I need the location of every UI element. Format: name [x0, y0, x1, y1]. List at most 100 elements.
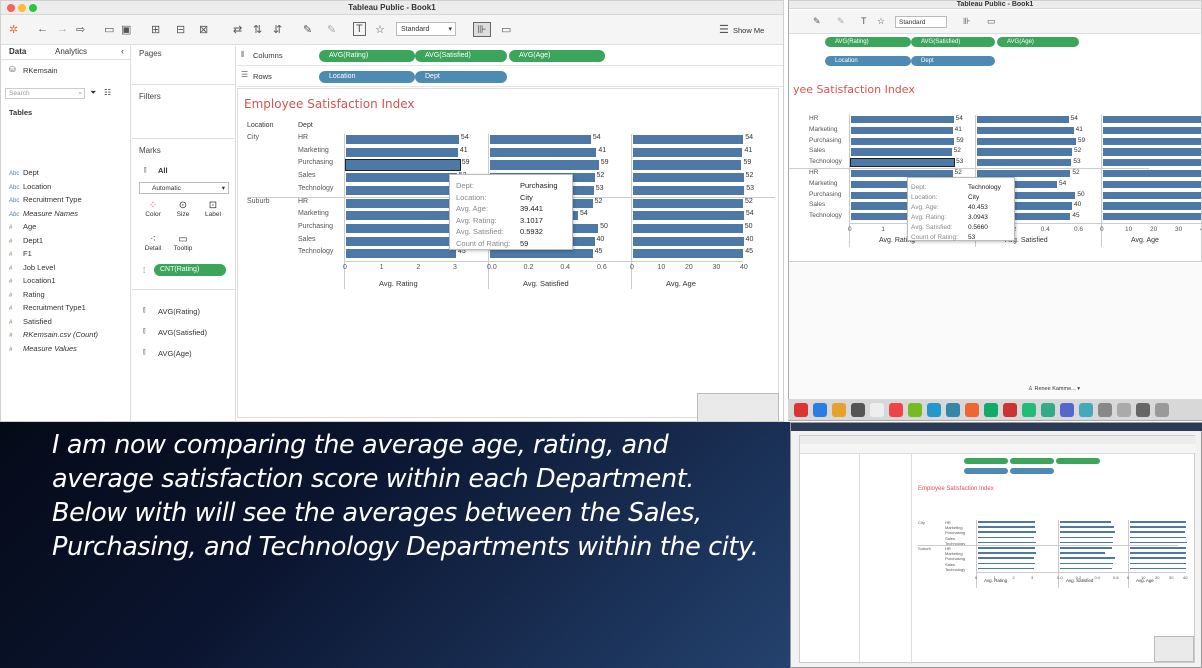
- columns-pill-avg-satisfied[interactable]: AVG(Satisfied): [415, 50, 507, 62]
- bar-1: [490, 249, 593, 259]
- new-worksheet-icon[interactable]: ⊞: [151, 23, 160, 36]
- dock-app-icon[interactable]: [870, 403, 884, 417]
- presentation-icon[interactable]: ▭: [987, 16, 996, 27]
- rows-pill-dept[interactable]: Dept: [415, 71, 507, 83]
- columns-pill-avg-age[interactable]: AVG(Age): [509, 50, 605, 62]
- dock-app-icon[interactable]: [1079, 403, 1093, 417]
- marks-all-label[interactable]: All: [158, 166, 168, 175]
- filter-icon[interactable]: ⏷: [90, 88, 96, 98]
- dock-app-icon[interactable]: [794, 403, 808, 417]
- field-item[interactable]: # Age: [9, 222, 36, 231]
- dock-app-icon[interactable]: [927, 403, 941, 417]
- field-item[interactable]: # Job Level: [9, 263, 55, 272]
- account-menu[interactable]: ♙ Renee Kamme... ▾: [1028, 386, 1108, 396]
- right-rows-pill-dept[interactable]: Dept: [911, 56, 995, 66]
- dock-app-icon[interactable]: [1060, 403, 1074, 417]
- tab-data[interactable]: Data: [9, 47, 26, 56]
- dock-app-icon[interactable]: [1022, 403, 1036, 417]
- clear-sheet-icon[interactable]: ⊠: [199, 23, 208, 36]
- dock-app-icon[interactable]: [1117, 403, 1131, 417]
- dock-app-icon[interactable]: [1041, 403, 1055, 417]
- color-button[interactable]: ⁘ Color: [141, 200, 165, 226]
- dock-app-icon[interactable]: [813, 403, 827, 417]
- field-item[interactable]: # Dept1: [9, 236, 43, 245]
- swap-icon[interactable]: ⇄: [233, 23, 242, 36]
- show-cards-icon[interactable]: ⊪: [963, 16, 971, 27]
- new-sheet-icon[interactable]: ▣: [121, 23, 131, 36]
- field-item[interactable]: # Location1: [9, 276, 56, 285]
- group-icon[interactable]: ✎: [327, 23, 336, 36]
- field-item[interactable]: # Recruitment Type1: [9, 303, 86, 312]
- columns-shelf[interactable]: ⦀ Columns AVG(Rating) AVG(Satisfied) AVG…: [237, 46, 783, 66]
- field-item[interactable]: Abc Measure Names: [9, 209, 78, 218]
- field-item[interactable]: # F1: [9, 249, 32, 258]
- forward-icon[interactable]: →: [57, 23, 68, 35]
- data-source-icon[interactable]: ⇨: [76, 23, 85, 36]
- rows-shelf[interactable]: ☰ Rows Location Dept: [237, 67, 783, 87]
- show-me-icon[interactable]: ☰: [719, 23, 729, 36]
- back-icon[interactable]: ←: [37, 23, 48, 35]
- highlight-icon[interactable]: ✎: [303, 23, 312, 36]
- zoom-window-button[interactable]: [29, 4, 37, 12]
- label-button[interactable]: ⊡ Label: [201, 200, 225, 226]
- save-icon[interactable]: ▭: [104, 23, 114, 36]
- dock-app-icon[interactable]: [832, 403, 846, 417]
- labels-icon[interactable]: T: [861, 16, 867, 26]
- dock-app-icon[interactable]: [965, 403, 979, 417]
- field-item[interactable]: Abc Dept: [9, 168, 39, 177]
- field-item[interactable]: Abc Location: [9, 182, 51, 191]
- size-button[interactable]: ⊙ Size: [171, 200, 195, 226]
- field-item[interactable]: # RKemsain.csv (Count): [9, 330, 98, 339]
- dock-app-icon[interactable]: [889, 403, 903, 417]
- tooltip-key: Count of Rating:: [911, 234, 958, 241]
- marks-measure-avg-satisfied[interactable]: AVG(Satisfied): [158, 328, 207, 337]
- field-item[interactable]: Abc Recruitment Type: [9, 195, 82, 204]
- dock-app-icon[interactable]: [1155, 403, 1169, 417]
- detail-button[interactable]: ⁖ Detail: [141, 234, 165, 260]
- right-columns-pill-avg-rating[interactable]: AVG(Rating): [825, 37, 911, 47]
- right-columns-pill-avg-age[interactable]: AVG(Age): [997, 37, 1079, 47]
- presentation-icon[interactable]: ▭: [501, 23, 511, 36]
- mark-size-dropdown[interactable]: Standard ▾: [396, 22, 456, 36]
- dock-app-icon[interactable]: [1003, 403, 1017, 417]
- axis-title: Avg. Age: [666, 279, 696, 288]
- marks-measure-avg-rating[interactable]: AVG(Rating): [158, 307, 200, 316]
- tooltip-button[interactable]: ▭ Tooltip: [171, 234, 195, 260]
- show-me-button[interactable]: Show Me: [733, 26, 764, 35]
- duplicate-icon[interactable]: ⊟: [176, 23, 185, 36]
- labels-icon[interactable]: T: [353, 22, 366, 36]
- sort-ascending-icon[interactable]: ⇅: [253, 23, 262, 36]
- show-cards-icon[interactable]: ⊪: [473, 22, 491, 37]
- rows-pill-location[interactable]: Location: [319, 71, 415, 83]
- cnt-rating-pill[interactable]: CNT(Rating): [154, 264, 226, 276]
- marks-measure-avg-age[interactable]: AVG(Age): [158, 349, 192, 358]
- collapse-pane-icon[interactable]: ‹: [121, 46, 124, 56]
- field-item[interactable]: # Rating: [9, 290, 45, 299]
- dock-app-icon[interactable]: [1136, 403, 1150, 417]
- right-rows-pill-location[interactable]: Location: [825, 56, 911, 66]
- tableau-logo-icon[interactable]: ✲: [9, 23, 18, 36]
- fix-axes-icon[interactable]: ☆: [375, 23, 385, 36]
- datasource-name[interactable]: RKemsain: [23, 66, 58, 75]
- minimize-window-button[interactable]: [18, 4, 26, 12]
- dock-app-icon[interactable]: [984, 403, 998, 417]
- fix-axes-icon[interactable]: ☆: [877, 16, 885, 27]
- view-options-icon[interactable]: ☷: [104, 88, 111, 97]
- field-item[interactable]: # Satisfied: [9, 317, 52, 326]
- field-item[interactable]: # Measure Values: [9, 344, 77, 353]
- search-input[interactable]: Search ⌕: [5, 88, 85, 99]
- dock-app-icon[interactable]: [908, 403, 922, 417]
- group-icon[interactable]: ✎: [837, 16, 845, 27]
- columns-pill-avg-rating[interactable]: AVG(Rating): [319, 50, 415, 62]
- sort-descending-icon[interactable]: ⇵: [273, 23, 282, 36]
- dock-app-icon[interactable]: [946, 403, 960, 417]
- right-mark-size-dropdown[interactable]: Standard: [895, 16, 947, 28]
- dock-app-icon[interactable]: [851, 403, 865, 417]
- tab-analytics[interactable]: Analytics: [55, 47, 87, 56]
- highlight-icon[interactable]: ✎: [813, 16, 821, 27]
- dock-app-icon[interactable]: [1098, 403, 1112, 417]
- mark-type-dropdown[interactable]: Automatic ▾: [139, 182, 229, 194]
- right-columns-pill-avg-satisfied[interactable]: AVG(Satisfied): [911, 37, 995, 47]
- close-window-button[interactable]: [7, 4, 15, 12]
- string-field-icon: Abc: [9, 211, 20, 218]
